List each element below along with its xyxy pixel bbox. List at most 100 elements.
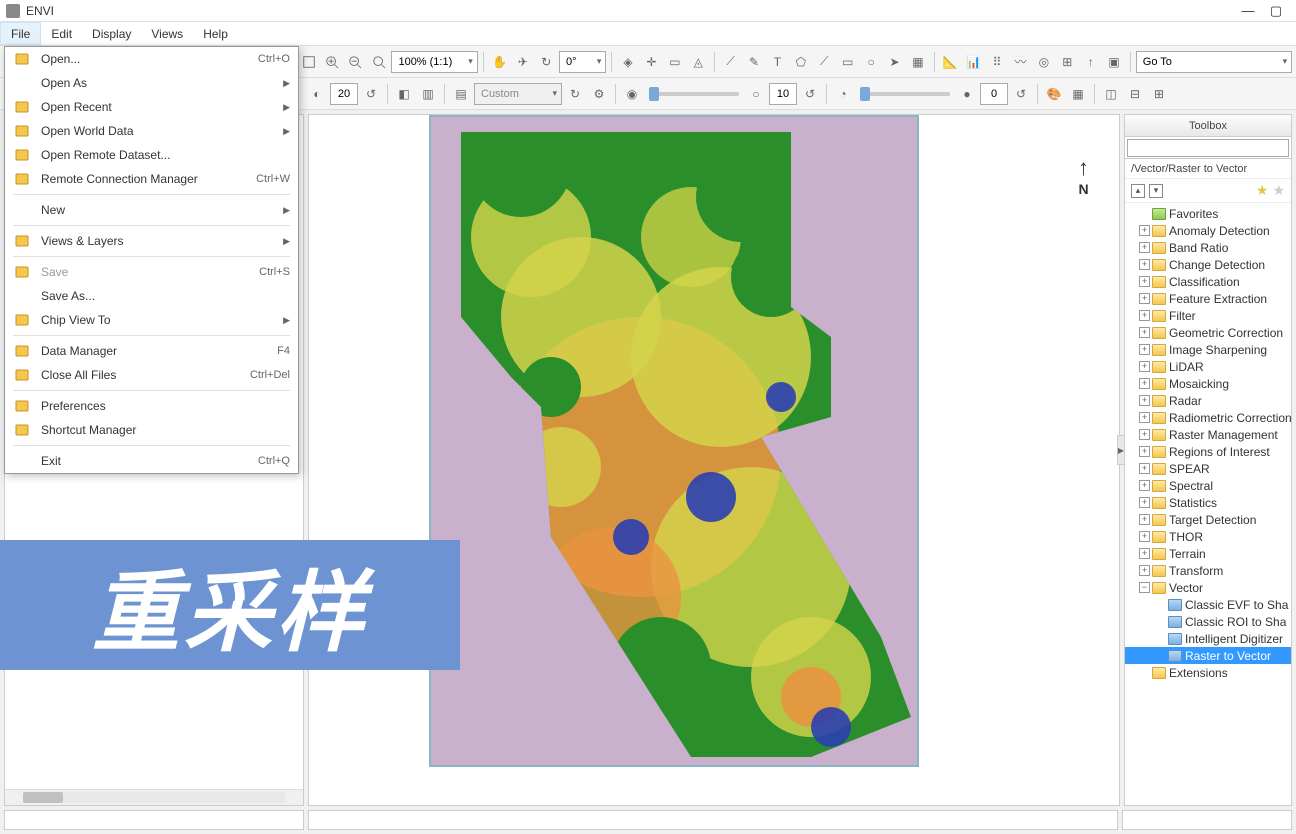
view-split-h-icon[interactable]: ◫ [1100,83,1122,105]
expand-all-icon[interactable]: ▾ [1149,184,1163,198]
menu-item-views-layers[interactable]: Views & Layers▶ [5,229,298,253]
reset-sharpen-icon[interactable]: ↺ [799,83,821,105]
tree-node-band-ratio[interactable]: +Band Ratio [1125,239,1291,256]
menu-item-new[interactable]: New▶ [5,198,298,222]
menu-item-data-manager[interactable]: Data ManagerF4 [5,339,298,363]
favorite-add-icon[interactable]: ★ [1256,182,1269,199]
zoom-actual-icon[interactable] [368,51,389,73]
minimize-button[interactable]: — [1234,3,1262,18]
brightness-icon[interactable]: ◐ [306,83,328,105]
expand-icon[interactable]: + [1139,395,1150,406]
sharpen-icon[interactable]: ◉ [621,83,643,105]
colormap-icon[interactable]: 🎨 [1043,83,1065,105]
collapse-all-icon[interactable]: ▴ [1131,184,1145,198]
north-icon[interactable]: ↑ [1080,51,1101,73]
crosshair-icon[interactable]: ✛ [641,51,662,73]
menu-help[interactable]: Help [193,22,238,45]
tree-node-classification[interactable]: +Classification [1125,273,1291,290]
menu-item-open-remote-dataset-[interactable]: Open Remote Dataset... [5,143,298,167]
annotate-icon[interactable]: ✎ [743,51,764,73]
view-grid-icon[interactable]: ⊞ [1148,83,1170,105]
tree-node-favorites[interactable]: Favorites [1125,205,1291,222]
tree-node-vector[interactable]: −Vector [1125,579,1291,596]
pan-icon[interactable]: ✋ [489,51,510,73]
fly-icon[interactable]: ✈ [512,51,533,73]
scatter-icon[interactable]: ⠿ [986,51,1007,73]
chip-icon[interactable]: ▣ [1103,51,1124,73]
tree-node-statistics[interactable]: +Statistics [1125,494,1291,511]
menu-views[interactable]: Views [141,22,193,45]
expand-icon[interactable]: + [1139,531,1150,542]
tree-node-extensions[interactable]: Extensions [1125,664,1291,681]
spectral-icon[interactable]: 〰 [1010,51,1031,73]
tree-node-anomaly-detection[interactable]: +Anomaly Detection [1125,222,1291,239]
toolbox-search-input[interactable] [1127,139,1289,157]
tree-node-radiometric-correction[interactable]: +Radiometric Correction [1125,409,1291,426]
menu-item-remote-connection-manager[interactable]: Remote Connection ManagerCtrl+W [5,167,298,191]
tree-node-regions-of-interest[interactable]: +Regions of Interest [1125,443,1291,460]
expand-icon[interactable]: + [1139,514,1150,525]
sharpen-slider[interactable] [649,92,739,96]
histogram-icon[interactable]: ▤ [450,83,472,105]
zoom-fit-icon[interactable] [298,51,319,73]
tree-node-filter[interactable]: +Filter [1125,307,1291,324]
favorite-remove-icon[interactable]: ★ [1272,182,1285,199]
image-canvas[interactable] [308,114,1120,806]
tree-node-geometric-correction[interactable]: +Geometric Correction [1125,324,1291,341]
picture-icon[interactable]: ▦ [907,51,928,73]
refresh-stretch-icon[interactable]: ↻ [564,83,586,105]
expand-icon[interactable]: + [1139,327,1150,338]
expand-icon[interactable]: + [1139,446,1150,457]
text-icon[interactable]: T [767,51,788,73]
tree-node-raster-to-vector[interactable]: Raster to Vector [1125,647,1291,664]
expand-icon[interactable]: + [1139,361,1150,372]
menu-item-preferences[interactable]: Preferences [5,394,298,418]
tree-node-image-sharpening[interactable]: +Image Sharpening [1125,341,1291,358]
brightness-value[interactable]: 20 [330,83,358,105]
menu-item-chip-view-to[interactable]: Chip View To▶ [5,308,298,332]
expand-icon[interactable]: + [1139,412,1150,423]
menu-edit[interactable]: Edit [41,22,82,45]
expand-icon[interactable]: + [1139,310,1150,321]
stretch-combo[interactable]: Custom [474,83,562,105]
tree-node-terrain[interactable]: +Terrain [1125,545,1291,562]
expand-icon[interactable]: + [1139,565,1150,576]
reset-transparency-icon[interactable]: ↺ [1010,83,1032,105]
zoom-in-icon[interactable] [321,51,342,73]
view-split-v-icon[interactable]: ⊟ [1124,83,1146,105]
reset-brightness-icon[interactable]: ↺ [360,83,382,105]
stretch-tool-icon[interactable]: ⚙ [588,83,610,105]
cursor-value-icon[interactable]: ◈ [617,51,638,73]
profile-icon[interactable]: 📊 [963,51,984,73]
mensuration-icon[interactable]: 📐 [940,51,961,73]
zoom-out-icon[interactable] [345,51,366,73]
layer-scrollbar[interactable] [5,789,303,805]
menu-item-open-[interactable]: Open...Ctrl+O [5,47,298,71]
toolbox-tab[interactable]: Toolbox [1125,115,1291,137]
menu-display[interactable]: Display [82,22,141,45]
rotate-combo[interactable]: 0° [559,51,606,73]
grid-icon[interactable]: ⊞ [1057,51,1078,73]
menu-item-save[interactable]: SaveCtrl+S [5,260,298,284]
menu-file[interactable]: File [0,22,41,45]
menu-item-open-as[interactable]: Open As▶ [5,71,298,95]
vector-icon[interactable]: ⟋ [720,51,741,73]
polyline-icon[interactable]: ⟋ [814,51,835,73]
rotate-icon[interactable]: ↻ [536,51,557,73]
transparency-value[interactable]: 0 [980,83,1008,105]
classification-image[interactable] [429,115,919,767]
expand-icon[interactable]: + [1139,293,1150,304]
expand-icon[interactable]: + [1139,242,1150,253]
expand-icon[interactable]: − [1139,582,1150,593]
goto-combo[interactable]: Go To [1136,51,1292,73]
sharpen-value[interactable]: 10 [769,83,797,105]
menu-item-shortcut-manager[interactable]: Shortcut Manager [5,418,298,442]
expand-icon[interactable]: + [1139,429,1150,440]
expand-icon[interactable]: + [1139,225,1150,236]
tree-node-change-detection[interactable]: +Change Detection [1125,256,1291,273]
stretch-icon[interactable]: ▥ [417,83,439,105]
expand-icon[interactable]: + [1139,548,1150,559]
panel-collapse-handle[interactable]: ▶ [1117,435,1125,465]
tree-node-spear[interactable]: +SPEAR [1125,460,1291,477]
menu-item-close-all-files[interactable]: Close All FilesCtrl+Del [5,363,298,387]
